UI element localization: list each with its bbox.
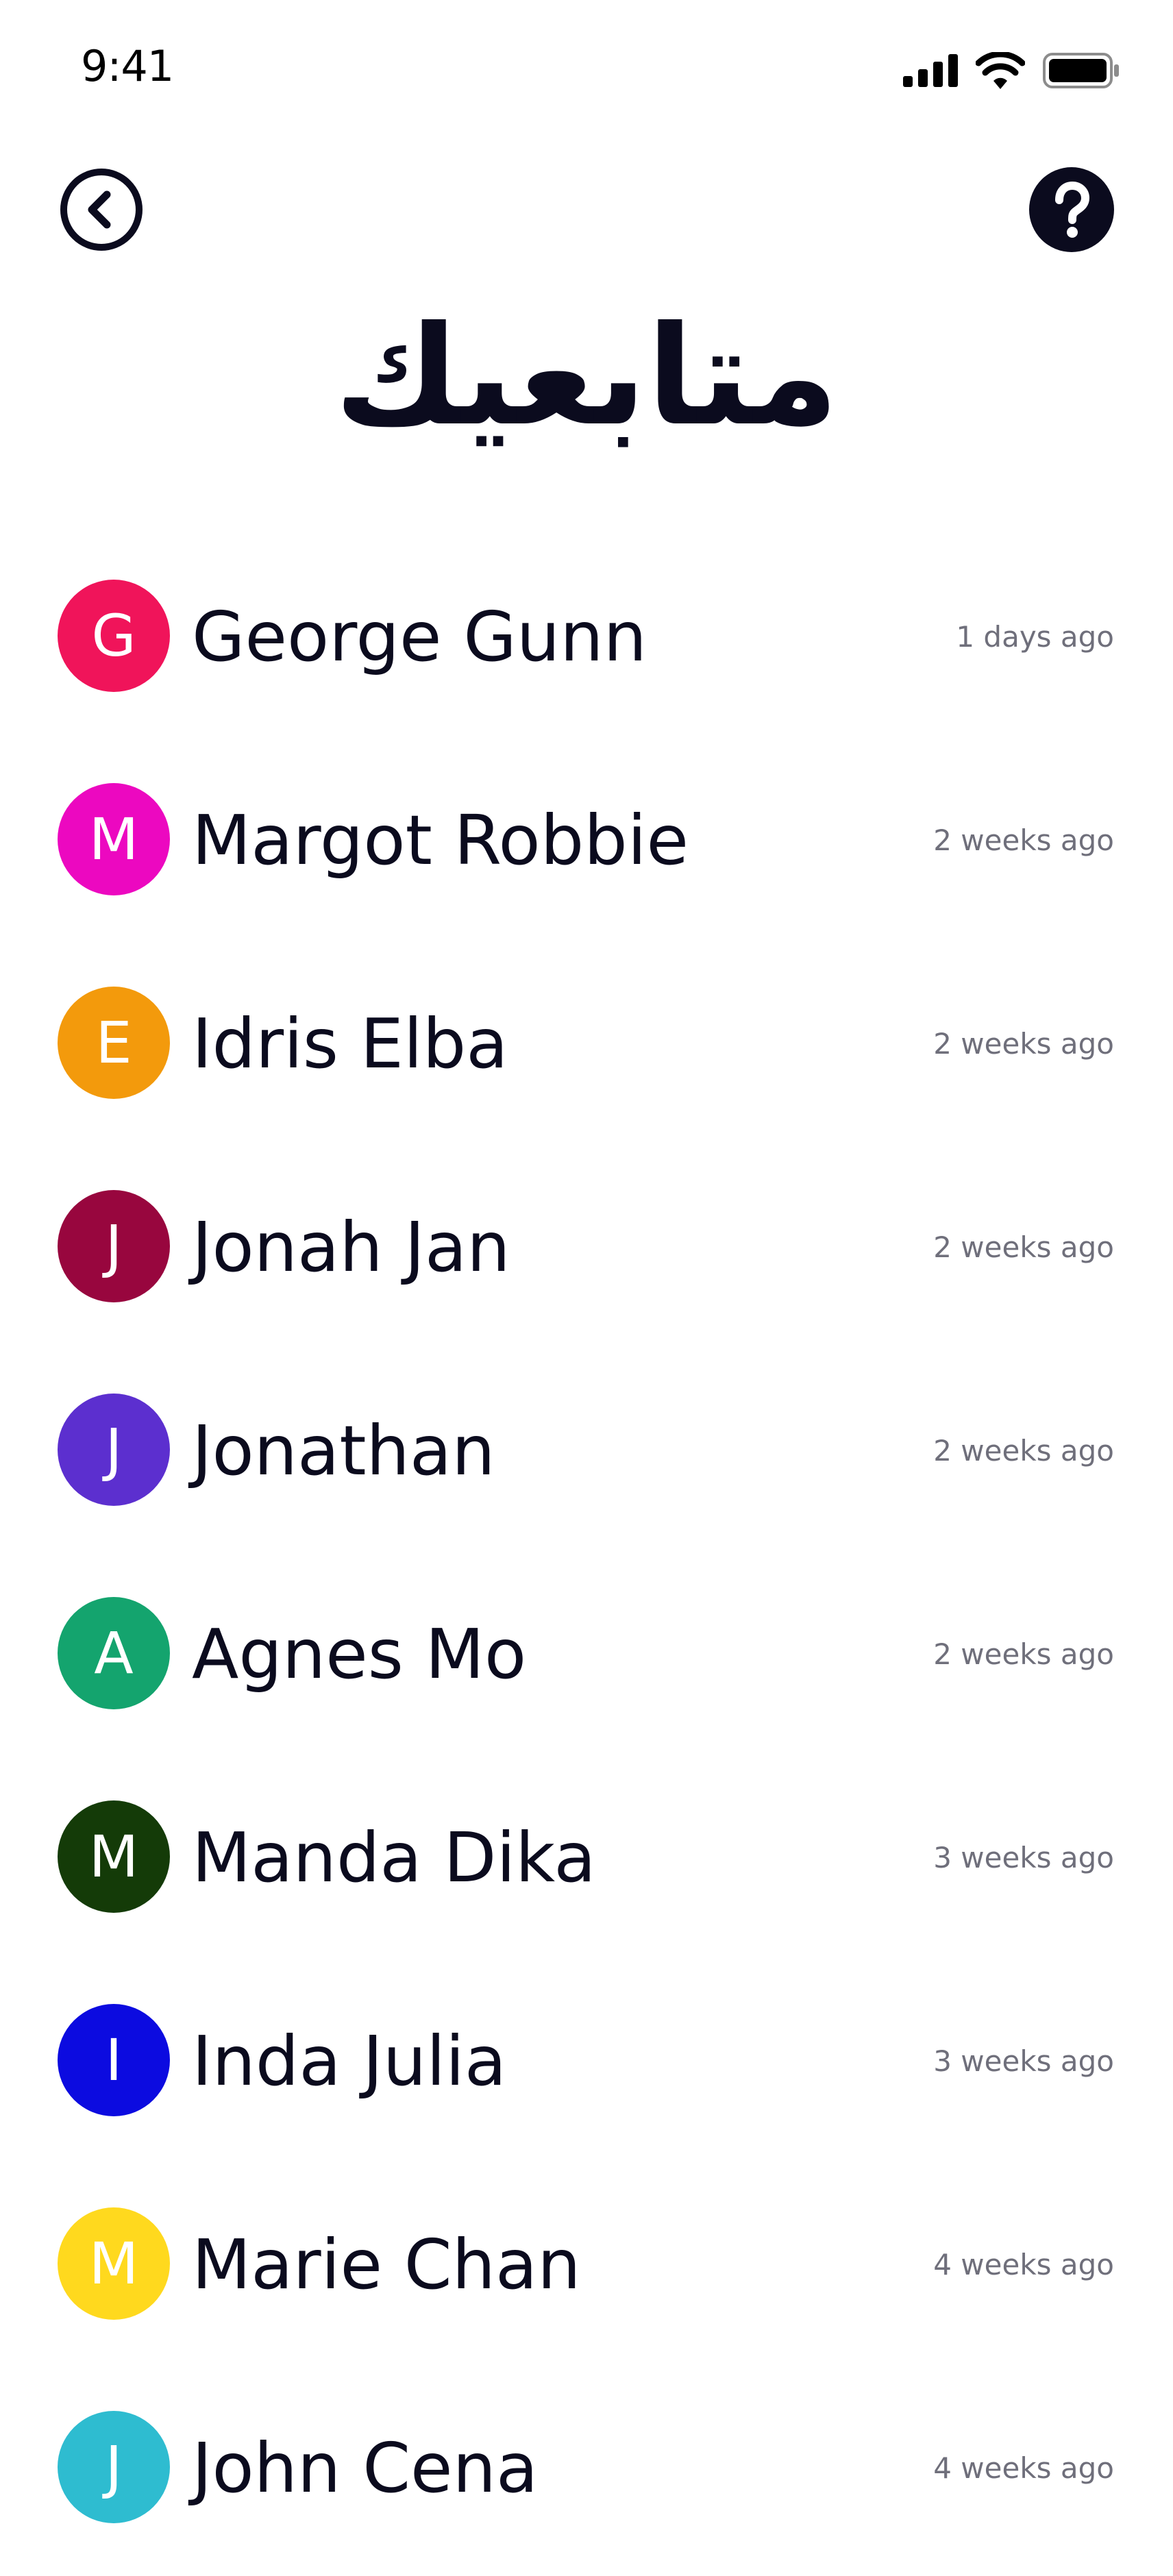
follower-name: John Cena bbox=[192, 2428, 539, 2508]
status-time: 9:41 bbox=[81, 41, 174, 91]
follow-time: 2 weeks ago bbox=[933, 823, 1114, 857]
follower-name: Jonah Jan bbox=[192, 1207, 510, 1287]
follower-name: Jonathan bbox=[192, 1411, 495, 1491]
follower-list: G George Gunn 1 days ago M Margot Robbie… bbox=[0, 541, 1173, 2576]
avatar: E bbox=[58, 987, 170, 1099]
follow-time: 2 weeks ago bbox=[933, 1230, 1114, 1264]
follower-row[interactable]: J John Cena 4 weeks ago bbox=[0, 2373, 1173, 2576]
battery-icon bbox=[1043, 53, 1119, 88]
avatar: J bbox=[58, 2411, 170, 2523]
avatar: I bbox=[58, 2004, 170, 2116]
follow-time: 4 weeks ago bbox=[933, 2451, 1114, 2485]
wifi-icon bbox=[976, 52, 1025, 89]
help-button[interactable] bbox=[1029, 167, 1114, 252]
follow-time: 2 weeks ago bbox=[933, 1027, 1114, 1061]
follow-time: 3 weeks ago bbox=[933, 2044, 1114, 2078]
follower-row[interactable]: I Inda Julia 3 weeks ago bbox=[0, 1966, 1173, 2169]
question-circle-icon bbox=[1029, 167, 1114, 252]
avatar: A bbox=[58, 1597, 170, 1709]
status-bar: 9:41 bbox=[0, 0, 1173, 137]
avatar: M bbox=[58, 783, 170, 895]
page-title: متابعيك bbox=[334, 297, 839, 456]
follower-name: Inda Julia bbox=[192, 2021, 507, 2101]
follow-time: 2 weeks ago bbox=[933, 1434, 1114, 1467]
avatar: M bbox=[58, 2207, 170, 2320]
follow-time: 2 weeks ago bbox=[933, 1637, 1114, 1671]
follower-name: Manda Dika bbox=[192, 1818, 596, 1898]
avatar: G bbox=[58, 580, 170, 692]
follower-row[interactable]: A Agnes Mo 2 weeks ago bbox=[0, 1559, 1173, 1762]
follower-name: Agnes Mo bbox=[192, 1614, 527, 1694]
follow-time: 3 weeks ago bbox=[933, 1841, 1114, 1874]
follower-name: Marie Chan bbox=[192, 2225, 581, 2305]
avatar: J bbox=[58, 1190, 170, 1302]
follow-time: 1 days ago bbox=[956, 620, 1114, 654]
follower-row[interactable]: J Jonah Jan 2 weeks ago bbox=[0, 1152, 1173, 1355]
chevron-left-circle-icon bbox=[60, 169, 143, 251]
back-button[interactable] bbox=[59, 167, 144, 252]
follower-row[interactable]: M Margot Robbie 2 weeks ago bbox=[0, 745, 1173, 948]
follow-time: 4 weeks ago bbox=[933, 2248, 1114, 2281]
follower-row[interactable]: J Jonathan 2 weeks ago bbox=[0, 1355, 1173, 1559]
signal-icon bbox=[903, 54, 958, 87]
status-icons bbox=[903, 52, 1120, 89]
follower-row[interactable]: M Marie Chan 4 weeks ago bbox=[0, 2169, 1173, 2373]
follower-name: Margot Robbie bbox=[192, 800, 689, 880]
avatar: M bbox=[58, 1800, 170, 1913]
avatar: J bbox=[58, 1394, 170, 1506]
follower-name: George Gunn bbox=[192, 597, 647, 677]
follower-row[interactable]: M Manda Dika 3 weeks ago bbox=[0, 1762, 1173, 1966]
follower-row[interactable]: G George Gunn 1 days ago bbox=[0, 541, 1173, 745]
follower-name: Idris Elba bbox=[192, 1004, 508, 1084]
follower-row[interactable]: E Idris Elba 2 weeks ago bbox=[0, 948, 1173, 1152]
